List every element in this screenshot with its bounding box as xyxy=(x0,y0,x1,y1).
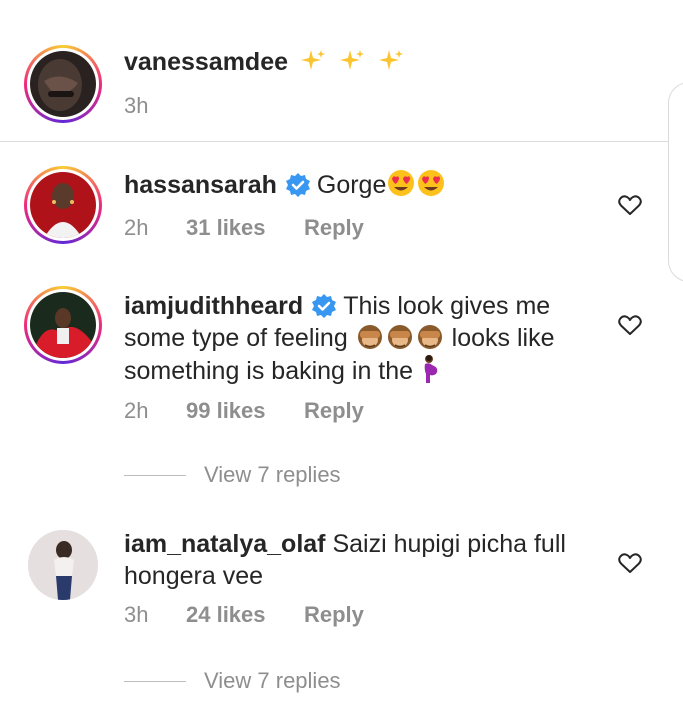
comment-likes[interactable]: 31 likes xyxy=(186,215,304,241)
avatar-image xyxy=(30,172,96,238)
caption-timestamp: 3h xyxy=(124,93,149,118)
reply-button[interactable]: Reply xyxy=(304,215,364,241)
caption-username[interactable]: vanessamdee xyxy=(124,48,288,76)
avatar-image xyxy=(30,292,96,358)
comment-item: iamjudithheard This look gives me some ty… xyxy=(0,282,683,502)
comment-username[interactable]: hassansarah xyxy=(124,171,277,199)
comment-item: iam_natalya_olaf Saizi hupigi picha full… xyxy=(0,520,683,716)
avatar[interactable] xyxy=(28,530,98,600)
verified-badge-icon xyxy=(303,292,343,320)
avatar[interactable] xyxy=(24,286,102,364)
comment-text: something is baking in the xyxy=(124,357,414,385)
see-no-evil-monkey-icon xyxy=(415,324,445,352)
reply-button[interactable]: Reply xyxy=(304,602,364,628)
sparkles-icon xyxy=(334,48,373,76)
heart-eyes-emoji-icon xyxy=(386,170,416,199)
avatar[interactable] xyxy=(24,45,102,123)
comment-time: 3h xyxy=(124,602,149,627)
heart-eyes-emoji-icon xyxy=(416,170,446,199)
comment-time: 2h xyxy=(124,398,149,423)
caption-row: vanessamdee 3h xyxy=(0,0,683,140)
comment-text: Gorge xyxy=(316,171,387,199)
view-replies-label[interactable]: View 7 replies xyxy=(204,462,341,488)
comment-text: This look gives me xyxy=(343,292,551,320)
comment-likes[interactable]: 24 likes xyxy=(186,602,304,628)
comment-time: 2h xyxy=(124,215,149,240)
view-replies-button[interactable]: View 7 replies xyxy=(124,462,341,488)
view-replies-button[interactable]: View 7 replies xyxy=(124,668,341,694)
pregnant-woman-icon xyxy=(420,355,442,385)
comment-username[interactable]: iam_natalya_olaf xyxy=(124,530,326,558)
see-no-evil-monkey-icon xyxy=(355,324,385,352)
avatar[interactable] xyxy=(24,166,102,244)
avatar-image xyxy=(30,51,96,117)
heart-icon[interactable] xyxy=(618,552,642,574)
comment-text: hongera vee xyxy=(124,562,264,590)
verified-badge-icon xyxy=(277,171,317,199)
reply-button[interactable]: Reply xyxy=(304,398,364,424)
comment-text: looks like xyxy=(451,324,555,352)
sparkles-icon xyxy=(295,48,334,76)
heart-icon[interactable] xyxy=(618,194,642,216)
view-replies-label[interactable]: View 7 replies xyxy=(204,668,341,694)
see-no-evil-monkey-icon xyxy=(385,324,415,352)
comment-text: Saizi hupigi picha full xyxy=(332,530,566,558)
comment-text: some type of feeling xyxy=(124,324,348,352)
comment-item: hassansarah Gorge 2h 31 likes Reply xyxy=(0,142,683,282)
replies-line xyxy=(124,680,186,682)
comment-likes[interactable]: 99 likes xyxy=(186,398,304,424)
heart-icon[interactable] xyxy=(618,314,642,336)
sparkles-icon xyxy=(373,48,405,76)
comment-username[interactable]: iamjudithheard xyxy=(124,292,303,320)
replies-line xyxy=(124,474,186,476)
